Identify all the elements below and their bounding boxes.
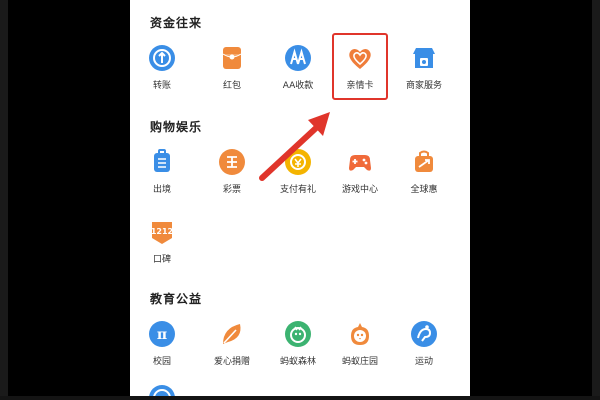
frame-left-edge	[0, 0, 8, 400]
frame-bottom-edge	[0, 396, 600, 400]
phone-screen: 资金往来 转账 红包 AA收款 亲情卡 商家服务 购物娱乐 出境 彩票 支付有礼…	[130, 0, 470, 400]
frame-right-edge	[592, 0, 600, 400]
red-arrow-annotation	[259, 112, 330, 181]
